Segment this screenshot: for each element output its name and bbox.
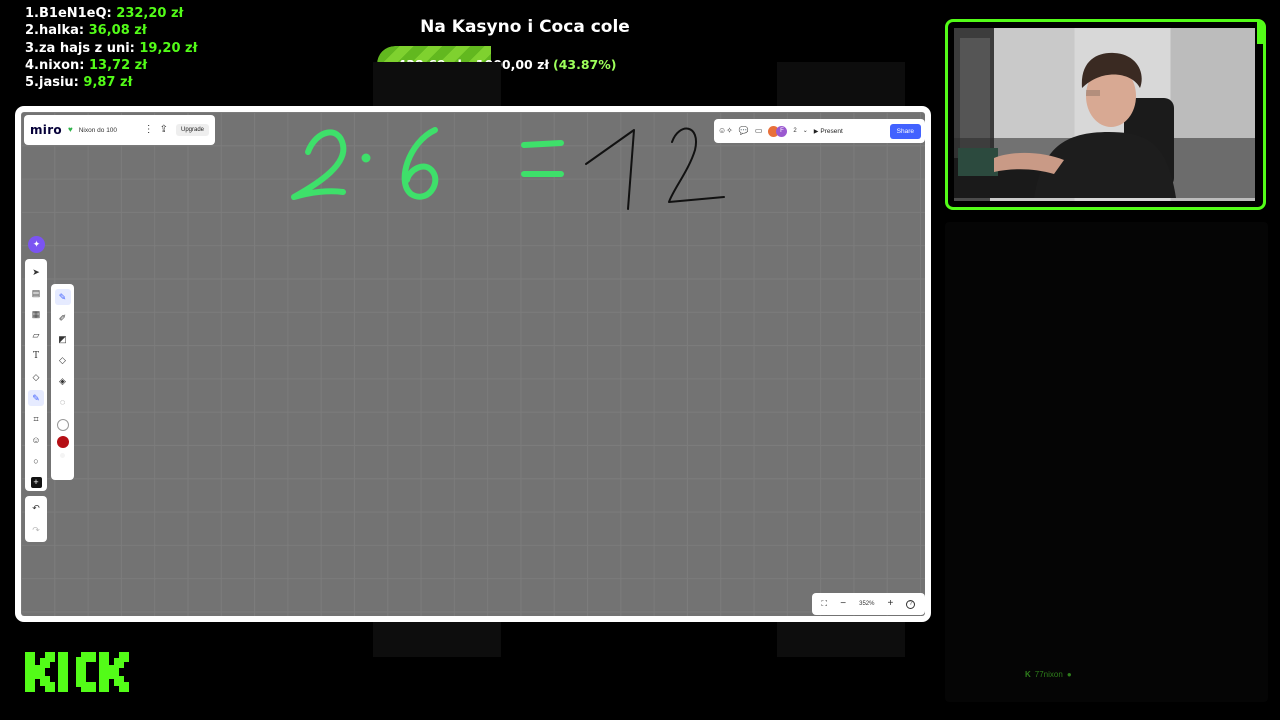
goal-percent: (43.87%) <box>553 56 617 72</box>
video-call-icon[interactable]: ▭ <box>755 127 763 135</box>
more-menu-icon[interactable]: ⋮ <box>144 125 154 135</box>
webcam-frame <box>945 19 1266 210</box>
pen-icon: ✎ <box>58 291 67 302</box>
highlighter-icon: ✐ <box>58 312 67 323</box>
comment-bubble-icon: ○ <box>33 456 39 466</box>
pen-options-panel: ✎ ✐ ◩ ◇ ◈ ◌ <box>51 284 74 480</box>
template-icon: ▤ <box>31 287 41 298</box>
zoom-out-icon[interactable]: − <box>840 599 846 609</box>
miro-logo[interactable]: miro <box>30 123 62 137</box>
kick-small-icon: K <box>1025 670 1031 679</box>
frame-icon: ⌗ <box>33 413 39 424</box>
board-name[interactable]: Nixon do 100 <box>79 127 117 134</box>
chat-handle-text: 77nixon <box>1034 670 1063 679</box>
undo-redo-bar: ↶ ↷ <box>25 496 47 542</box>
chat-panel <box>945 222 1268 702</box>
play-icon: ▶ <box>813 128 819 135</box>
miro-board-bar: miro ♥ Nixon do 100 ⋮ ⇪ Upgrade <box>24 115 215 145</box>
miro-window: miro ♥ Nixon do 100 ⋮ ⇪ Upgrade ☺✧ 💬 ▭ F… <box>15 106 931 622</box>
object-eraser-option[interactable]: ◈ <box>55 373 71 389</box>
sticky-note-icon: ▱ <box>32 329 40 340</box>
zoom-controls: ⛶ − 352% + ? <box>812 593 925 615</box>
sparkle-icon: ✦ <box>32 239 41 249</box>
pen-icon: ✎ <box>32 392 40 403</box>
leaderboard-row: 5.jasiu: 9,87 zł <box>25 75 133 91</box>
color-swatch-selected[interactable] <box>56 436 69 448</box>
undo-button[interactable]: ↶ <box>28 500 44 516</box>
comment-tool[interactable]: ○ <box>28 453 44 469</box>
highlighter-option[interactable]: ✐ <box>55 310 71 326</box>
present-label: Present <box>820 127 843 135</box>
text-tool[interactable]: T <box>28 348 44 364</box>
table-icon: ▦ <box>31 308 41 319</box>
color-swatch-empty[interactable] <box>60 453 65 458</box>
webcam-feed <box>954 28 1255 201</box>
donation-goal-title: Na Kasyno i Coca cole <box>420 17 630 37</box>
stroke-width-selector[interactable] <box>56 419 69 431</box>
smart-draw-option[interactable]: ◩ <box>55 331 71 347</box>
donation-leaderboard: 1.B1eN1eQ: 232,20 zł 2.halka: 36,08 zł 3… <box>25 5 197 91</box>
frame-tool[interactable]: ⌗ <box>28 411 44 427</box>
zoom-level[interactable]: 352% <box>859 601 874 607</box>
pen-tool[interactable]: ✎ <box>28 390 44 406</box>
emoji-tool[interactable]: ☺ <box>28 432 44 448</box>
eraser-option[interactable]: ◇ <box>55 352 71 368</box>
cursor-icon: ➤ <box>32 266 40 277</box>
eraser-icon: ◇ <box>59 354 66 365</box>
shapes-icon: ◇ <box>32 371 40 382</box>
leaderboard-row: 3.za hajs z uni: 19,20 zł <box>25 40 198 56</box>
redo-icon: ↷ <box>32 524 40 535</box>
select-tool[interactable]: ➤ <box>28 264 44 280</box>
avatar: F <box>776 125 788 137</box>
help-icon[interactable]: ? <box>906 599 916 609</box>
streamer-silhouette <box>954 28 1255 198</box>
object-eraser-icon: ◈ <box>59 375 66 386</box>
export-icon[interactable]: ⇪ <box>160 125 168 135</box>
board-heart-icon: ♥ <box>67 125 73 134</box>
plus-icon: + <box>30 477 42 488</box>
shapes-tool[interactable]: ◇ <box>28 369 44 385</box>
reactions-icon[interactable]: ☺✧ <box>718 127 733 135</box>
ai-sparkle-button[interactable]: ✦ <box>28 236 45 253</box>
miro-canvas[interactable]: miro ♥ Nixon do 100 ⋮ ⇪ Upgrade ☺✧ 💬 ▭ F… <box>21 112 925 616</box>
handwritten-equation <box>291 127 725 210</box>
creation-toolbar: ➤ ▤ ▦ ▱ T ◇ ✎ ⌗ ☺ ○ + <box>25 259 47 491</box>
emoji-icon: ☺ <box>31 435 41 445</box>
text-icon: T <box>32 351 39 361</box>
redo-button[interactable]: ↷ <box>28 522 44 538</box>
chevron-down-icon[interactable]: ⌄ <box>803 128 808 134</box>
more-tools-button[interactable]: + <box>28 474 44 490</box>
leaderboard-row: 2.halka: 36,08 zł <box>25 23 147 39</box>
leaderboard-row: 4.nixon: 13,72 zł <box>25 57 148 73</box>
share-button[interactable]: Share <box>889 123 921 139</box>
miro-collab-bar: ☺✧ 💬 ▭ F 2 ⌄ ▶ Present Share <box>714 119 925 143</box>
chat-bubble-icon: ● <box>1066 670 1072 679</box>
collaborator-count: 2 <box>793 128 797 134</box>
pen-option[interactable]: ✎ <box>54 289 71 305</box>
kick-logo <box>25 652 129 692</box>
sticky-note-tool[interactable]: ▱ <box>28 327 44 343</box>
leaderboard-row: 1.B1eN1eQ: 232,20 zł <box>25 6 184 21</box>
zoom-in-icon[interactable]: + <box>888 599 894 609</box>
table-tool[interactable]: ▦ <box>28 306 44 322</box>
lasso-option[interactable]: ◌ <box>55 394 71 410</box>
undo-icon: ↶ <box>32 502 40 513</box>
chat-handle: K 77nixon ● <box>1025 670 1072 679</box>
present-button[interactable]: ▶ Present <box>814 128 843 135</box>
comment-icon[interactable]: 💬 <box>739 127 749 135</box>
fit-to-screen-icon[interactable]: ⛶ <box>822 600 828 608</box>
templates-tool[interactable]: ▤ <box>28 285 44 301</box>
collaborators[interactable]: F <box>768 125 788 137</box>
upgrade-button[interactable]: Upgrade <box>175 124 209 136</box>
shape-recognition-icon: ◩ <box>58 333 67 344</box>
lasso-icon: ◌ <box>59 397 66 407</box>
